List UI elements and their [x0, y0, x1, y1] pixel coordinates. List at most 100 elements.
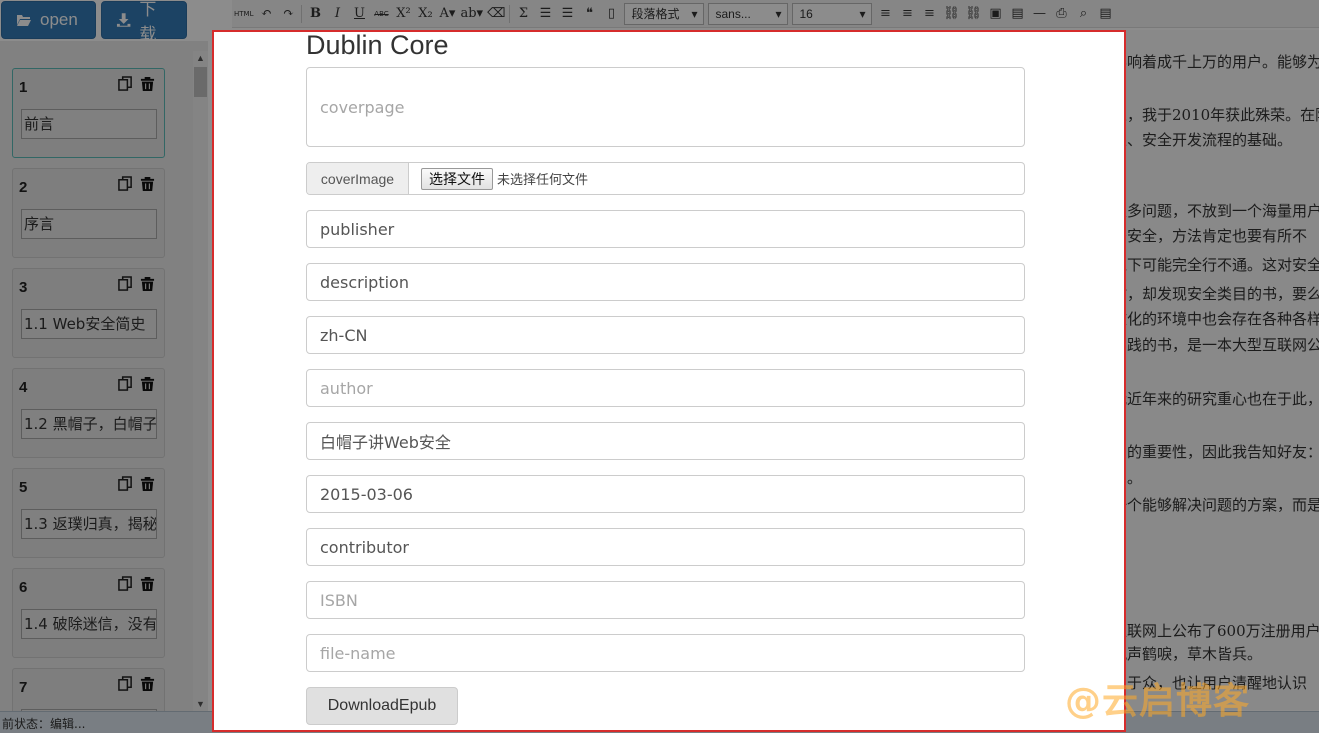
font-family-value: sans... — [715, 6, 751, 21]
ordered-list-icon[interactable]: ☰ — [536, 3, 554, 25]
strikethrough-icon[interactable]: ABC — [372, 3, 390, 25]
no-file-selected-text: 未选择任何文件 — [497, 173, 589, 188]
chevron-down-icon: ▾ — [859, 6, 866, 21]
document-text-line: 风声鹤唳，草木皆兵。 — [1112, 645, 1263, 663]
document-text-line: 时，却发现安全类目的书，要么 — [1112, 285, 1319, 303]
title-field[interactable]: 白帽子讲Web安全 — [306, 422, 1025, 460]
open-button[interactable]: open — [1, 1, 96, 39]
page-icon[interactable]: ▯ — [602, 3, 620, 25]
document-text-line: 影响着成千上万的用户。能够为 — [1112, 53, 1319, 71]
copy-icon[interactable] — [118, 476, 133, 496]
publisher-field[interactable]: publisher — [306, 210, 1025, 248]
eraser-icon[interactable]: ⌫ — [487, 3, 505, 25]
language-value: zh-CN — [320, 325, 368, 345]
file-name-field[interactable]: file-name — [306, 634, 1025, 672]
contributor-field[interactable]: contributor — [306, 528, 1025, 566]
document-text-line: 我近年来的研究重心也在于此， — [1112, 390, 1319, 408]
font-color-icon[interactable]: A▾ — [438, 3, 456, 25]
download-icon — [116, 13, 131, 27]
section-title-input[interactable]: 前言 — [21, 109, 157, 139]
copy-icon[interactable] — [118, 376, 133, 396]
document-text-line: 码安全，方法肯定也要有所不 — [1112, 227, 1308, 245]
unlink-icon[interactable]: ⛓ — [964, 3, 982, 25]
section-item[interactable]: 5 1.3 返璞归真，揭秘 — [12, 468, 165, 558]
scrollbar-thumb[interactable] — [194, 67, 207, 97]
section-item[interactable]: 4 1.2 黑帽子，白帽子 — [12, 368, 165, 458]
scroll-down-icon[interactable]: ▼ — [196, 699, 205, 709]
sidebar-scrollbar[interactable]: ▲ ▼ — [193, 51, 208, 711]
section-number: 3 — [19, 279, 28, 296]
section-title-input[interactable]: 1.2 黑帽子，白帽子 — [21, 409, 157, 439]
isbn-field[interactable]: ISBN — [306, 581, 1025, 619]
subscript-icon[interactable]: X₂ — [416, 3, 434, 25]
horizontal-rule-icon[interactable]: — — [1030, 3, 1048, 25]
section-title-input[interactable]: 1.3 返璞归真，揭秘 — [21, 509, 157, 539]
copy-icon[interactable] — [118, 276, 133, 296]
language-field[interactable]: zh-CN — [306, 316, 1025, 354]
coverpage-textarea[interactable]: coverpage — [306, 67, 1025, 147]
section-item[interactable]: 7 — [12, 668, 165, 711]
formula-icon[interactable]: Σ — [514, 3, 532, 25]
superscript-icon[interactable]: X² — [394, 3, 412, 25]
section-number: 2 — [19, 179, 28, 196]
video-icon[interactable]: ▤ — [1008, 3, 1026, 25]
italic-icon[interactable]: I — [328, 3, 346, 25]
chevron-down-icon: ▾ — [775, 6, 782, 21]
trash-icon[interactable] — [140, 276, 155, 296]
preview-icon[interactable]: ⌕ — [1074, 3, 1092, 25]
chevron-down-icon: ▾ — [691, 6, 698, 21]
section-actions — [118, 676, 155, 696]
contributor-value: contributor — [320, 537, 409, 557]
document-editor-area[interactable]: 影响着成千上万的用户。能够为 家，我于2010年获此殊荣。在阿 果、安全开发流程的基… — [1110, 30, 1319, 710]
blockquote-icon[interactable]: ❝ — [580, 3, 598, 25]
toolbar-divider — [301, 4, 303, 23]
choose-file-button[interactable]: 选择文件 — [421, 167, 493, 190]
trash-icon[interactable] — [140, 576, 155, 596]
copy-icon[interactable] — [118, 76, 133, 96]
section-title-input[interactable]: 序言 — [21, 209, 157, 239]
trash-icon[interactable] — [140, 176, 155, 196]
description-field[interactable]: description — [306, 263, 1025, 301]
bold-icon[interactable]: B — [306, 3, 324, 25]
download-epub-button[interactable]: DownloadEpub — [306, 687, 458, 725]
dialog-title: Dublin Core — [306, 30, 449, 60]
copy-icon[interactable] — [118, 576, 133, 596]
redo-icon[interactable]: ↷ — [279, 3, 297, 25]
trash-icon[interactable] — [140, 676, 155, 696]
section-title-input[interactable]: 1.4 破除迷信，没有 — [21, 609, 157, 639]
section-list: 1 前言 2 序言 3 1.1 Web安全简史 4 1.2 黑帽子，白帽子 5 1.3 返璞归真，… — [0, 41, 193, 711]
paragraph-format-select[interactable]: 段落格式 ▾ — [624, 2, 705, 25]
underline-icon[interactable]: U — [350, 3, 368, 25]
trash-icon[interactable] — [140, 476, 155, 496]
section-item[interactable]: 2 序言 — [12, 168, 165, 258]
font-family-select[interactable]: sans... ▾ — [708, 2, 789, 25]
link-icon[interactable]: ⛓ — [942, 3, 960, 25]
section-item[interactable]: 6 1.4 破除迷信，没有 — [12, 568, 165, 658]
download-button-label: 下载 — [139, 0, 157, 44]
section-item[interactable]: 3 1.1 Web安全简史 — [12, 268, 165, 358]
trash-icon[interactable] — [140, 376, 155, 396]
undo-icon[interactable]: ↶ — [257, 3, 275, 25]
font-size-select[interactable]: 16 ▾ — [792, 2, 873, 25]
paste-icon[interactable]: ▤ — [1096, 3, 1114, 25]
section-actions — [118, 576, 155, 596]
copy-icon[interactable] — [118, 676, 133, 696]
date-field[interactable]: 2015-03-06 — [306, 475, 1025, 513]
print-icon[interactable]: ⎙ — [1052, 3, 1070, 25]
section-item[interactable]: 1 前言 — [12, 68, 165, 158]
section-title-input[interactable]: 1.1 Web安全简史 — [21, 309, 157, 339]
align-right-icon[interactable]: ≡ — [920, 3, 938, 25]
align-left-icon[interactable]: ≡ — [876, 3, 894, 25]
scroll-up-icon[interactable]: ▲ — [196, 53, 205, 63]
dublin-core-dialog: Dublin Core coverpage coverImage 选择文件 未选… — [212, 30, 1126, 732]
download-button[interactable]: 下载 — [101, 0, 187, 44]
align-center-icon[interactable]: ≡ — [898, 3, 916, 25]
html-source-button[interactable]: HTML — [234, 3, 253, 25]
author-field[interactable]: author — [306, 369, 1025, 407]
highlight-icon[interactable]: ab▾ — [460, 3, 483, 25]
trash-icon[interactable] — [140, 76, 155, 96]
folder-open-icon — [17, 15, 31, 26]
copy-icon[interactable] — [118, 176, 133, 196]
image-icon[interactable]: ▣ — [986, 3, 1004, 25]
unordered-list-icon[interactable]: ☰ — [558, 3, 576, 25]
